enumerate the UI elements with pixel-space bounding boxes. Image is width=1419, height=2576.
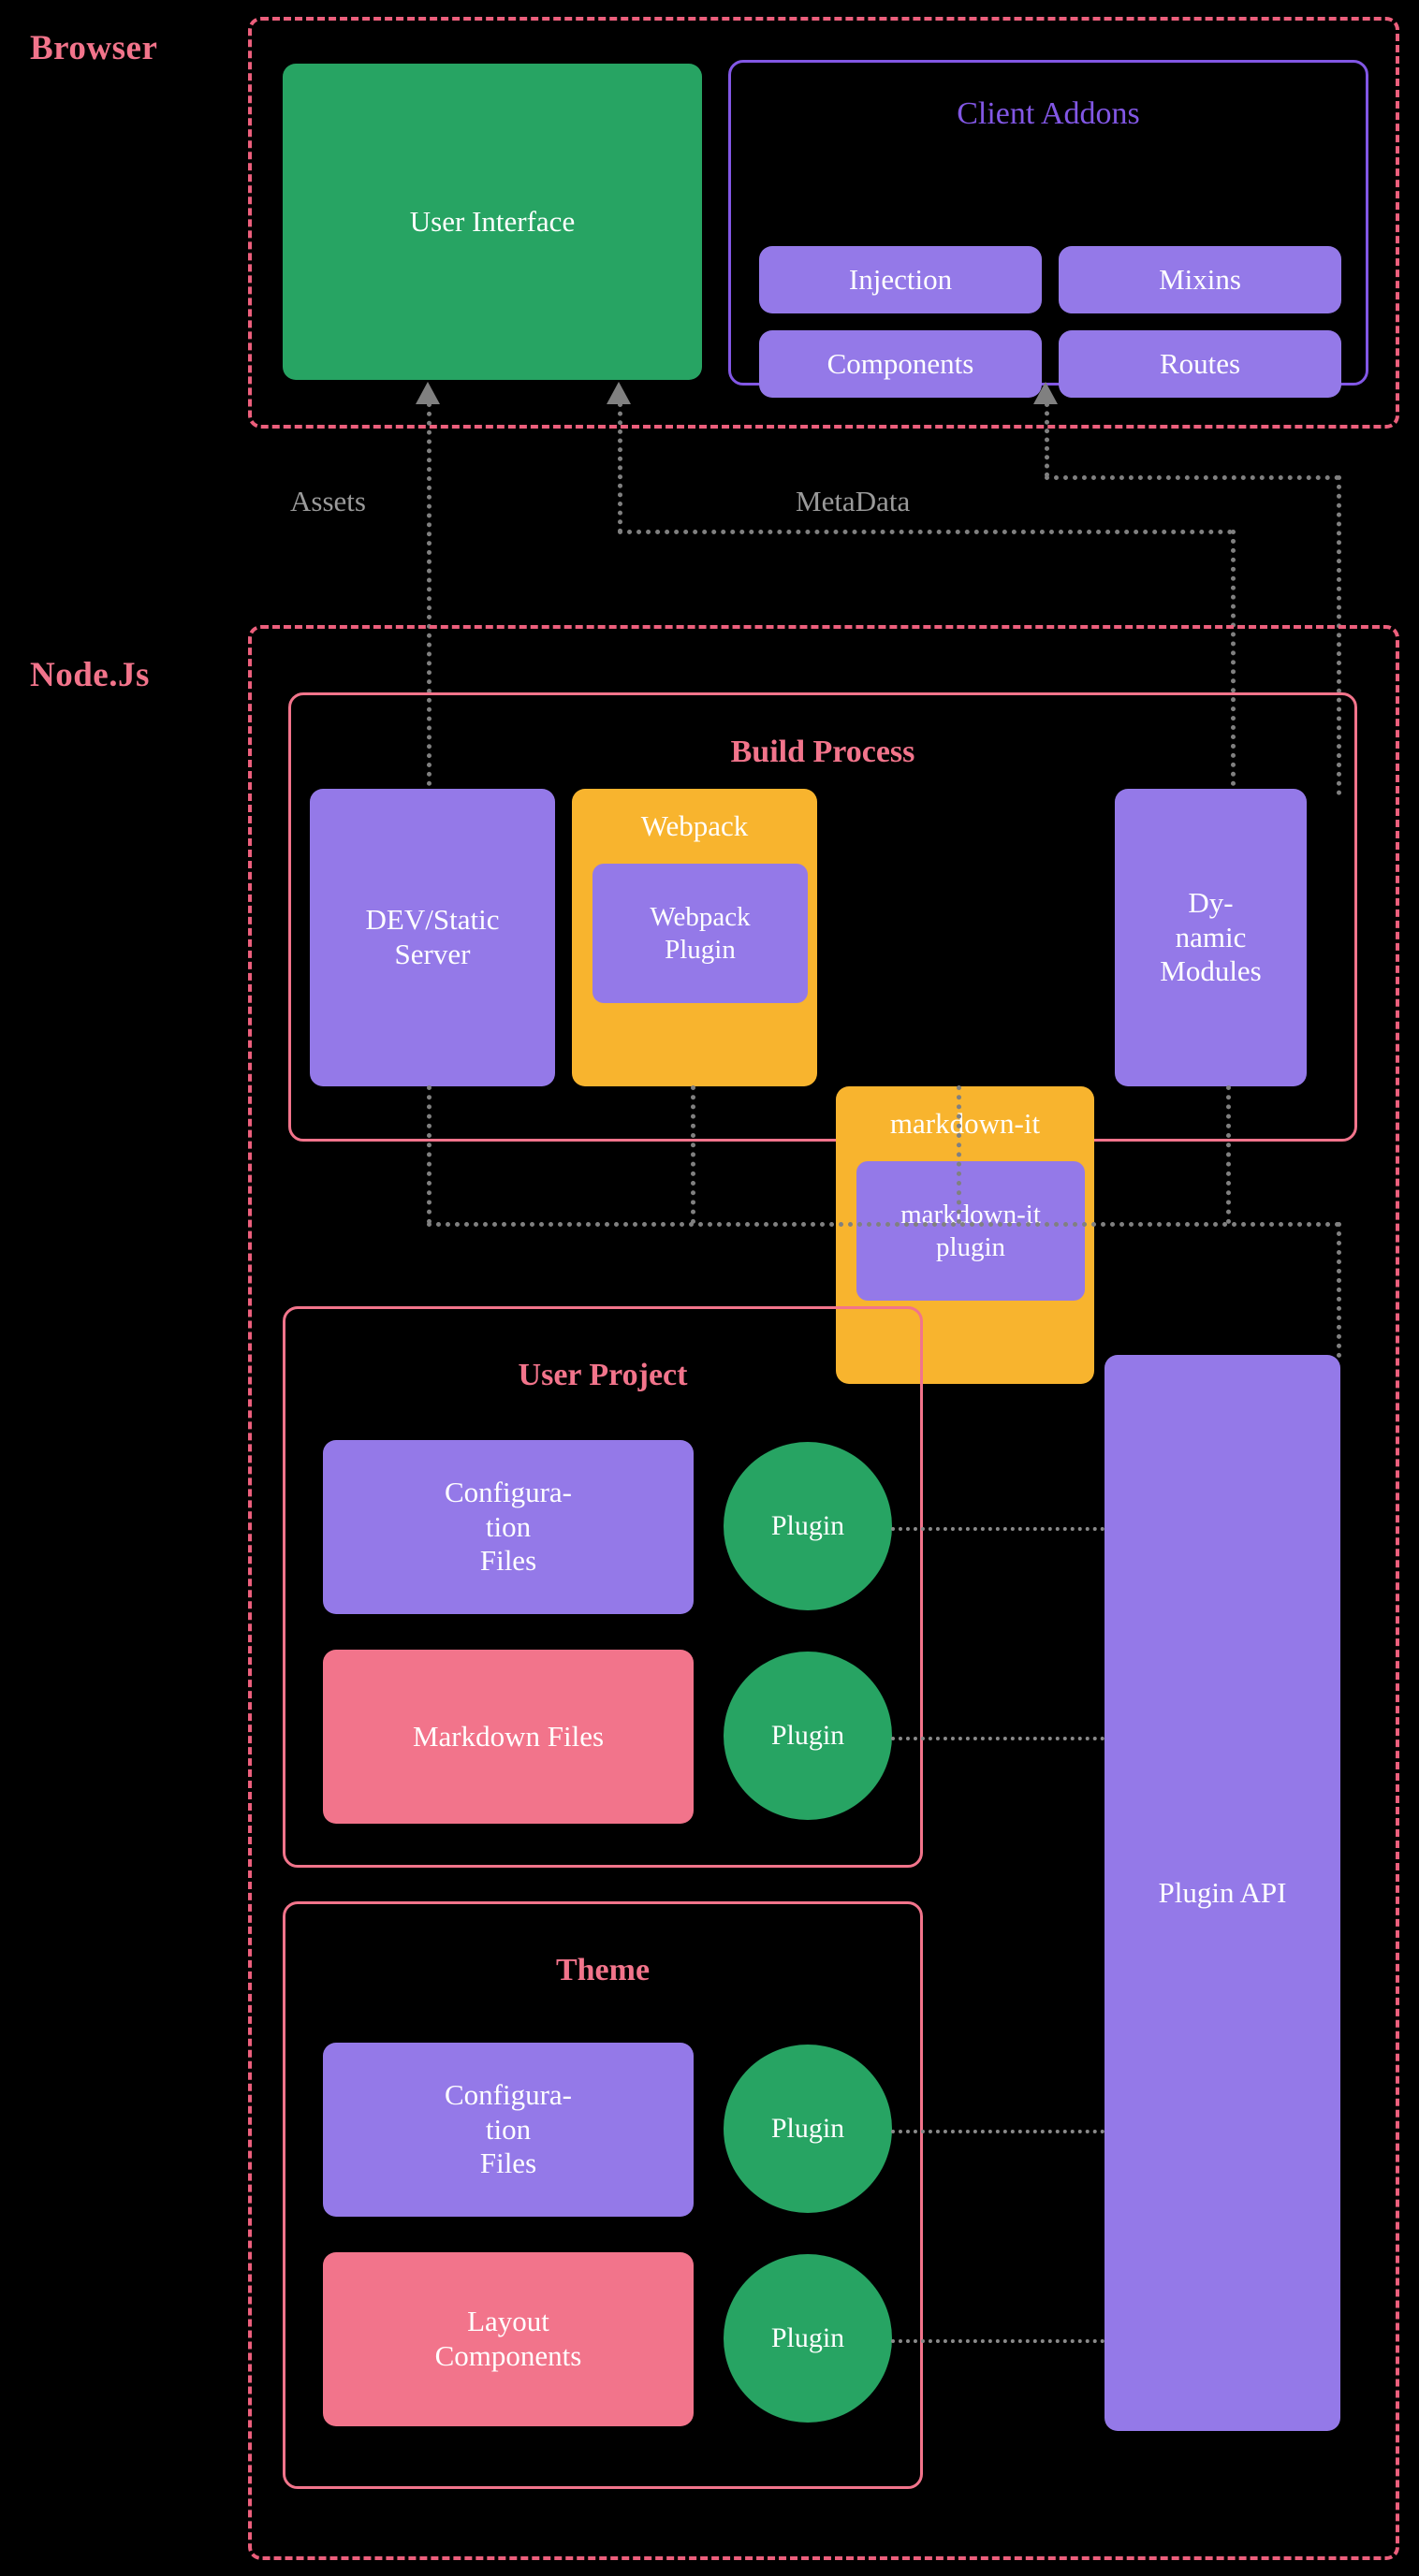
build-box-markdown-it-label: markdown-it <box>889 1107 1041 1140</box>
user-interface-label: User Interface <box>409 204 576 238</box>
theme-layout-components[interactable]: Layout Components <box>323 2252 694 2426</box>
build-box-dynamic-modules[interactable]: Dy- namic Modules <box>1115 789 1307 1086</box>
plugin-api-label: Plugin API <box>1158 1875 1287 1909</box>
connector-dev-down <box>427 1085 432 1224</box>
connector-build-bus-horizontal <box>427 1222 1340 1227</box>
client-addons-title: Client Addons <box>957 96 1140 131</box>
connector-dynamicmodules-down <box>1226 1085 1231 1224</box>
connector-markdownit-down <box>957 1085 961 1224</box>
assets-edge-label: Assets <box>290 485 366 517</box>
client-addon-routes[interactable]: Routes <box>1059 330 1341 398</box>
metadata-edge-label: MetaData <box>796 485 911 517</box>
connector-theme-config-plugin-to-api <box>891 2130 1104 2133</box>
theme-config-files-label: Configura- tion Files <box>444 2078 573 2180</box>
connector-metadata-vertical-upper <box>618 402 622 533</box>
user-project-markdown-files-label: Markdown Files <box>412 1719 605 1753</box>
client-addon-injection-label: Injection <box>848 262 953 296</box>
client-addon-components[interactable]: Components <box>759 330 1042 398</box>
theme-container: Theme Configura- tion Files Plugin Layou… <box>283 1901 923 2489</box>
user-project-config-plugin[interactable]: Plugin <box>724 1442 892 1610</box>
build-box-webpack-plugin[interactable]: Webpack Plugin <box>592 864 808 1003</box>
user-project-markdown-plugin-label: Plugin <box>770 1720 845 1751</box>
user-project-config-files-label: Configura- tion Files <box>444 1476 573 1578</box>
user-interface-box[interactable]: User Interface <box>283 64 702 380</box>
theme-layout-components-label: Layout Components <box>434 2305 582 2372</box>
theme-layout-plugin[interactable]: Plugin <box>724 2254 892 2423</box>
connector-dynamicmodules-horizontal <box>1045 475 1339 480</box>
browser-zone-label: Browser <box>30 29 158 67</box>
user-project-markdown-plugin[interactable]: Plugin <box>724 1652 892 1820</box>
build-box-dev-static-server[interactable]: DEV/Static Server <box>310 789 555 1086</box>
build-box-webpack[interactable]: Webpack Webpack Plugin <box>572 789 817 1086</box>
build-box-markdown-it-plugin-label: markdown-it plugin <box>900 1199 1041 1262</box>
build-box-markdown-it-plugin[interactable]: markdown-it plugin <box>856 1161 1085 1301</box>
client-addon-mixins-label: Mixins <box>1159 262 1241 296</box>
dynamic-modules-arrowhead <box>1033 382 1058 404</box>
nodejs-zone-label: Node.Js <box>30 656 150 694</box>
theme-config-plugin[interactable]: Plugin <box>724 2045 892 2213</box>
user-project-config-plugin-label: Plugin <box>770 1510 845 1541</box>
user-project-container: User Project Configura- tion Files Plugi… <box>283 1306 923 1868</box>
client-addon-mixins[interactable]: Mixins <box>1059 246 1341 313</box>
metadata-arrowhead <box>607 382 631 404</box>
theme-layout-plugin-label: Plugin <box>770 2322 845 2353</box>
user-project-markdown-files[interactable]: Markdown Files <box>323 1650 694 1824</box>
connector-userproject-config-plugin-to-api <box>891 1527 1104 1531</box>
plugin-api-box[interactable]: Plugin API <box>1104 1355 1340 2431</box>
build-box-webpack-label: Webpack <box>640 809 749 842</box>
connector-metadata-horizontal <box>618 530 1233 534</box>
connector-bus-to-pluginapi <box>1337 1222 1341 1358</box>
build-box-dev-static-server-label: DEV/Static Server <box>365 903 500 970</box>
diagram-canvas: Browser User Interface Client Addons Inj… <box>0 0 1419 2576</box>
client-addons-container: Client Addons Injection Mixins Component… <box>728 60 1368 398</box>
connector-theme-layout-plugin-to-api <box>891 2339 1104 2343</box>
theme-config-plugin-label: Plugin <box>770 2113 845 2144</box>
connector-dynamicmodules-vertical-upper <box>1045 402 1049 477</box>
build-box-webpack-plugin-label: Webpack Plugin <box>650 901 751 965</box>
user-project-config-files[interactable]: Configura- tion Files <box>323 1440 694 1614</box>
build-process-container: Build Process DEV/Static Server Webpack … <box>288 692 1357 1384</box>
build-process-title: Build Process <box>730 735 915 769</box>
theme-config-files[interactable]: Configura- tion Files <box>323 2043 694 2217</box>
theme-title: Theme <box>555 1953 651 1987</box>
client-addon-injection[interactable]: Injection <box>759 246 1042 313</box>
connector-webpack-down <box>691 1085 695 1224</box>
connector-userproject-markdown-plugin-to-api <box>891 1737 1104 1740</box>
client-addon-routes-label: Routes <box>1159 346 1241 380</box>
assets-arrowhead <box>416 382 440 404</box>
build-box-dynamic-modules-label: Dy- namic Modules <box>1160 886 1262 988</box>
client-addon-components-label: Components <box>827 346 974 380</box>
user-project-title: User Project <box>518 1358 688 1392</box>
